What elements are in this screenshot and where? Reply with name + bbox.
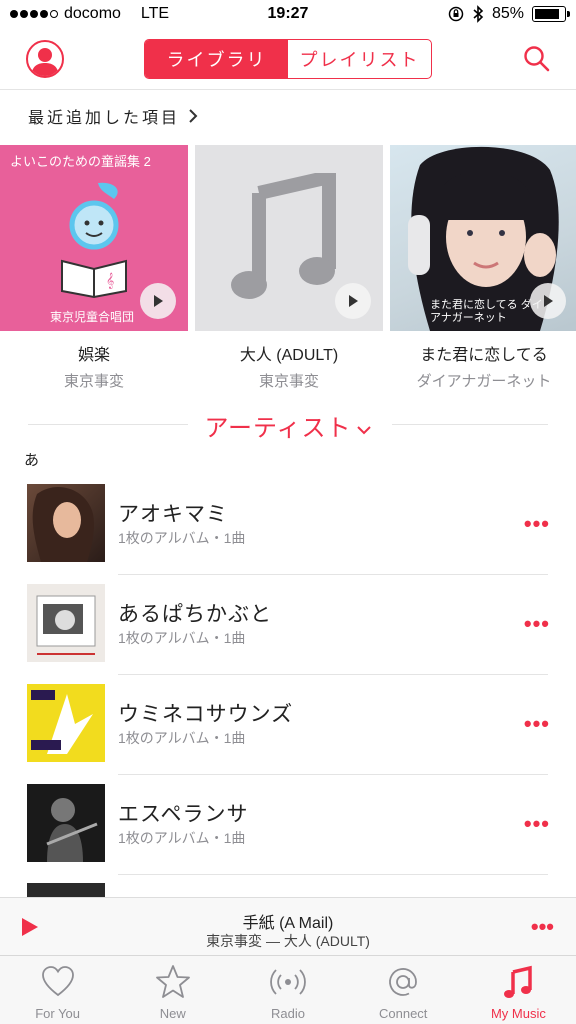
artist-meta: 1枚のアルバム・1曲 (118, 530, 246, 546)
more-options-button[interactable]: ••• (524, 611, 550, 637)
album-artist: ダイアナガーネット (416, 373, 552, 390)
play-icon (544, 295, 553, 307)
artist-row[interactable]: アオキマミ 1枚のアルバム・1曲 ••• (0, 475, 576, 575)
artists-sort-header[interactable]: アーティスト (0, 406, 576, 442)
play-icon (349, 295, 358, 307)
artist-photo (46, 798, 98, 862)
tab-connect[interactable]: Connect (346, 956, 461, 1024)
row-separator (118, 874, 548, 875)
album-artist: 東京事変 (258, 373, 319, 390)
orientation-lock-icon (448, 6, 464, 22)
artist-thumbnail (27, 484, 105, 562)
album-artist: 東京事変 (63, 373, 124, 390)
artist-meta: 1枚のアルバム・1曲 (118, 830, 246, 846)
cover-text-top: よいこのための童謡集 2 (10, 154, 151, 169)
heart-icon (41, 966, 74, 997)
now-playing-subtitle: 東京事変 — 大人 (ADULT) (206, 933, 370, 949)
library-playlist-segment: ライブラリ プレイリスト (144, 39, 432, 79)
recent-albums: よいこのための童謡集 2 𝄞 東京児童合唱団 娯楽 東京事変 大人 (ADULT… (0, 145, 576, 391)
person-icon (31, 48, 59, 76)
artist-name: エスペランサ (118, 803, 249, 826)
play-button[interactable] (335, 283, 371, 319)
album-art (36, 595, 96, 655)
more-options-button[interactable]: ••• (524, 511, 550, 537)
tab-label: New (159, 1006, 186, 1021)
album-title: 娯楽 (77, 347, 110, 364)
artist-row[interactable]: エスペランサ 1枚のアルバム・1曲 ••• (0, 775, 576, 875)
artist-thumbnail (27, 684, 105, 762)
album-title: 大人 (ADULT) (239, 347, 339, 364)
artist-list: アオキマミ 1枚のアルバム・1曲 ••• あるぱちかぶと 1枚のアルバム・1曲 … (0, 475, 576, 875)
more-options-button[interactable]: ••• (524, 711, 550, 737)
tab-for-you[interactable]: For You (0, 956, 115, 1024)
battery-icon (532, 6, 570, 22)
chevron-down-icon (356, 425, 371, 435)
segment-playlists[interactable]: プレイリスト (288, 40, 431, 78)
artist-row[interactable]: ウミネコサウンズ 1枚のアルバム・1曲 ••• (0, 675, 576, 775)
artist-row[interactable]: あるぱちかぶと 1枚のアルバム・1曲 ••• (0, 575, 576, 675)
status-bar: docomo LTE 19:27 85% (0, 0, 576, 30)
cover-text-bottom: 東京児童合唱団 (50, 310, 135, 324)
tab-bar: For You New Radio Connect My Music (0, 955, 576, 1024)
artist-name: アオキマミ (118, 503, 228, 526)
artist-meta: 1枚のアルバム・1曲 (118, 730, 246, 746)
tab-label: For You (35, 1006, 81, 1021)
star-icon (155, 965, 190, 998)
radio-icon (270, 969, 306, 995)
album-art (31, 690, 93, 754)
artist-thumbnail (27, 584, 105, 662)
artist-thumbnail-partial (27, 883, 105, 897)
tab-label: Connect (379, 1006, 428, 1021)
artist-name: ウミネコサウンズ (118, 703, 294, 726)
music-note-icon (504, 965, 533, 998)
tab-label: Radio (271, 1006, 305, 1021)
artist-photo (32, 486, 94, 562)
section-index-letter: あ (24, 452, 40, 469)
album-card[interactable]: また君に恋してる ダイアナガーネット また君に恋してる ダイアナガーネット (390, 145, 576, 391)
svg-text:𝄞: 𝄞 (106, 273, 114, 289)
play-button[interactable] (530, 283, 566, 319)
chevron-right-icon (189, 109, 198, 123)
status-right: 85% (448, 5, 570, 23)
play-button[interactable] (140, 283, 176, 319)
bluetooth-icon (473, 5, 484, 23)
profile-avatar[interactable] (26, 40, 64, 78)
album-title: また君に恋してる (420, 347, 548, 364)
tab-new[interactable]: New (115, 956, 230, 1024)
now-playing-more-button[interactable]: ••• (531, 914, 554, 940)
more-options-button[interactable]: ••• (524, 811, 550, 837)
now-playing-title: 手紙 (A Mail) (242, 915, 334, 932)
segment-library[interactable]: ライブラリ (145, 40, 288, 78)
play-icon (154, 295, 163, 307)
recently-added-title: 最近追加した項目 (28, 110, 181, 127)
artist-name: あるぱちかぶと (118, 603, 272, 626)
album-cover[interactable]: よいこのための童謡集 2 𝄞 東京児童合唱団 (0, 145, 188, 331)
album-card[interactable]: 大人 (ADULT) 東京事変 (195, 145, 383, 391)
at-icon (389, 968, 418, 996)
artist-meta: 1枚のアルバム・1曲 (118, 630, 246, 646)
search-icon[interactable] (522, 44, 552, 74)
tab-label: My Music (490, 1006, 546, 1021)
nav-header: ライブラリ プレイリスト (0, 30, 576, 90)
artist-thumbnail (27, 784, 105, 862)
album-cover[interactable]: また君に恋してる ダイアナガーネット (390, 145, 576, 331)
battery-percent: 85% (491, 5, 524, 22)
artists-title: アーティスト (204, 415, 352, 442)
tab-radio[interactable]: Radio (230, 956, 345, 1024)
now-playing-bar[interactable]: 手紙 (A Mail) 東京事変 — 大人 (ADULT) ••• (0, 897, 576, 955)
tab-my-music[interactable]: My Music (461, 956, 576, 1024)
album-cover[interactable] (195, 145, 383, 331)
music-note-placeholder-icon (231, 173, 336, 299)
recently-added-header[interactable]: 最近追加した項目 (28, 104, 198, 128)
artists-sort-label[interactable]: アーティスト (0, 408, 576, 443)
album-card[interactable]: よいこのための童謡集 2 𝄞 東京児童合唱団 娯楽 東京事変 (0, 145, 188, 391)
child-reading-illustration: 𝄞 (61, 182, 127, 299)
